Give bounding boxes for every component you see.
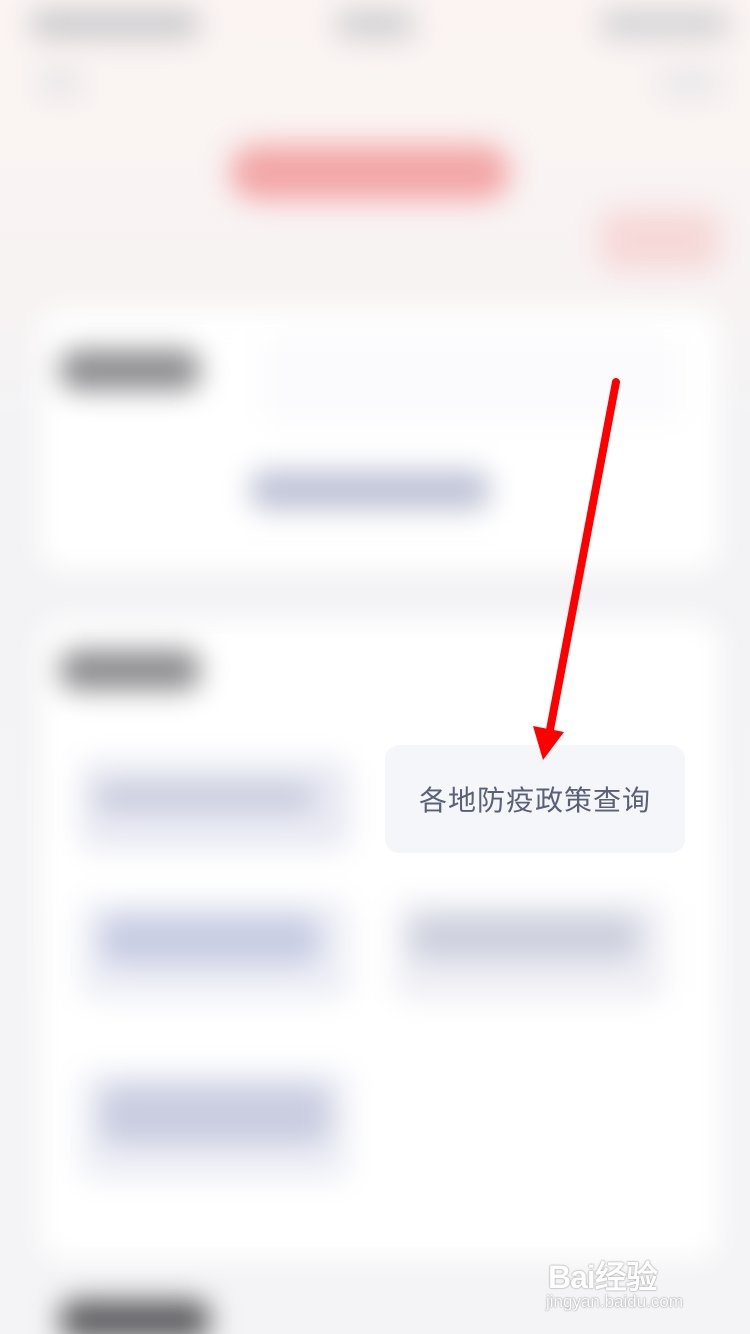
service-tile-text: [100, 915, 320, 965]
next-section-title: [60, 1300, 210, 1334]
status-bar-left: [30, 10, 200, 38]
blurred-background: [0, 0, 750, 1334]
banner-side-badge: [600, 210, 720, 270]
status-bar-right: [600, 10, 730, 38]
menu-icon: [660, 70, 720, 94]
status-bar-time: [335, 10, 415, 38]
epidemic-policy-query-button[interactable]: 各地防疫政策查询: [385, 745, 685, 853]
info-card-link: [250, 470, 490, 510]
service-tile: [510, 1060, 670, 1200]
banner-pill: [230, 145, 510, 200]
epidemic-policy-query-label: 各地防疫政策查询: [418, 784, 651, 817]
info-card-content: [260, 335, 680, 425]
baidu-jingyan-watermark: Bai经验 jingyan.baidu.com: [542, 1248, 712, 1320]
service-tile-text: [410, 915, 640, 960]
service-tile-text: [100, 1085, 330, 1145]
app-screen: 各地防疫政策查询 Bai经验 jingyan.baidu.com: [0, 0, 750, 1334]
back-icon: [40, 70, 80, 94]
service-tile-text: [95, 785, 315, 810]
watermark-url: jingyan.baidu.com: [546, 1292, 684, 1311]
info-card-title: [60, 350, 200, 390]
services-card-title: [60, 650, 200, 690]
